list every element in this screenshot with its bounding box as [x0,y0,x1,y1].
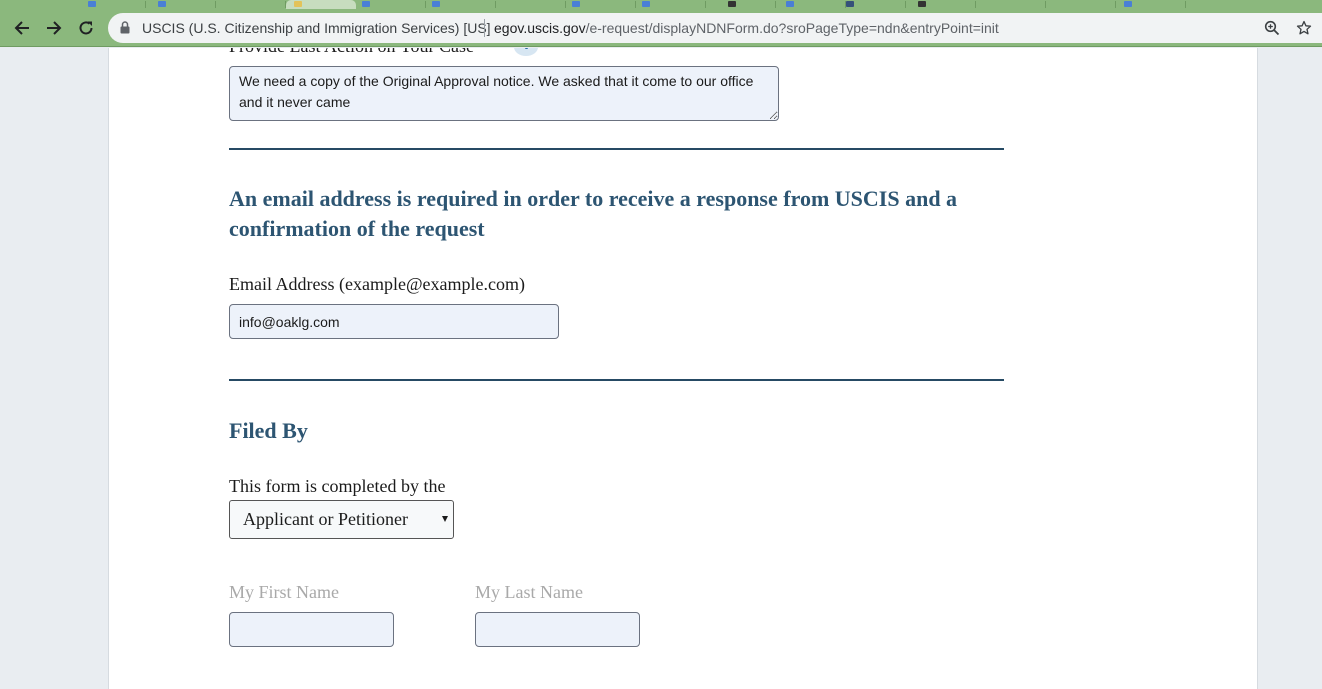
tab[interactable] [356,0,426,9]
tab[interactable] [1116,0,1186,9]
doc-icon [88,1,96,7]
zoom-button[interactable] [1262,18,1282,38]
tab[interactable] [426,0,496,9]
tab[interactable] [906,0,976,9]
doc-icon [918,1,926,7]
completed-by-label: This form is completed by the [229,476,446,496]
arrow-right-icon [47,21,62,35]
email-input[interactable] [229,304,559,339]
page-viewport: Provide Last Action on Your Case We need… [0,48,1322,689]
doc-icon [572,1,580,7]
seal-icon [294,1,302,7]
first-name-label: My First Name [229,582,339,602]
last-name-label: My Last Name [475,582,583,602]
lock-icon [120,21,130,34]
tab[interactable] [76,0,146,9]
tab[interactable] [776,0,846,9]
doc-icon [786,1,794,7]
tab[interactable] [976,0,1046,9]
email-section-heading: An email address is required in order to… [229,186,958,241]
reload-icon [79,21,93,35]
doc-icon [362,1,370,7]
section-divider [229,379,1004,381]
tab-active[interactable] [286,0,356,9]
url-host: egov.uscis.gov [494,20,586,36]
reload-button[interactable] [73,15,99,41]
zoom-icon [1264,20,1280,36]
tab[interactable] [846,0,906,9]
completed-by-selected: Applicant or Petitioner [243,509,408,529]
tab-strip [0,0,1322,9]
doc-icon [846,1,854,7]
star-icon [1296,20,1312,35]
tab[interactable] [636,0,706,9]
url-path: /e-request/displayNDNForm.do?sroPageType… [585,20,999,36]
tab[interactable] [566,0,636,9]
tab[interactable] [216,0,286,9]
arrow-left-icon [14,21,29,35]
first-name-input[interactable] [229,612,394,647]
site-identity[interactable]: USCIS (U.S. Citizenship and Immigration … [142,20,491,36]
tab[interactable] [146,0,216,9]
caret-down-icon [442,516,448,522]
back-button[interactable] [9,15,35,41]
doc-icon [728,1,736,7]
section-divider [229,148,1004,150]
address-bar[interactable]: USCIS (U.S. Citizenship and Immigration … [108,13,1322,43]
email-label: Email Address (example@example.com) [229,274,525,294]
url-text[interactable]: egov.uscis.gov/e-request/displayNDNForm.… [494,20,999,36]
browser-toolbar: USCIS (U.S. Citizenship and Immigration … [0,9,1322,47]
completed-by-select[interactable]: Applicant or Petitioner [229,500,454,539]
tab[interactable] [1046,0,1116,9]
doc-icon [158,1,166,7]
doc-icon [1124,1,1132,7]
doc-icon [642,1,650,7]
url-divider [484,19,485,37]
last-name-input[interactable] [475,612,640,647]
forward-button[interactable] [41,15,67,41]
help-icon[interactable] [514,48,538,56]
last-action-textarea[interactable]: We need a copy of the Original Approval … [229,66,779,121]
last-action-label: Provide Last Action on Your Case [229,48,474,57]
filed-by-heading: Filed By [229,418,308,443]
tab[interactable] [706,0,776,9]
tab[interactable] [496,0,566,9]
form-card: Provide Last Action on Your Case We need… [108,48,1258,689]
bookmark-button[interactable] [1294,18,1314,38]
doc-icon [432,1,440,7]
